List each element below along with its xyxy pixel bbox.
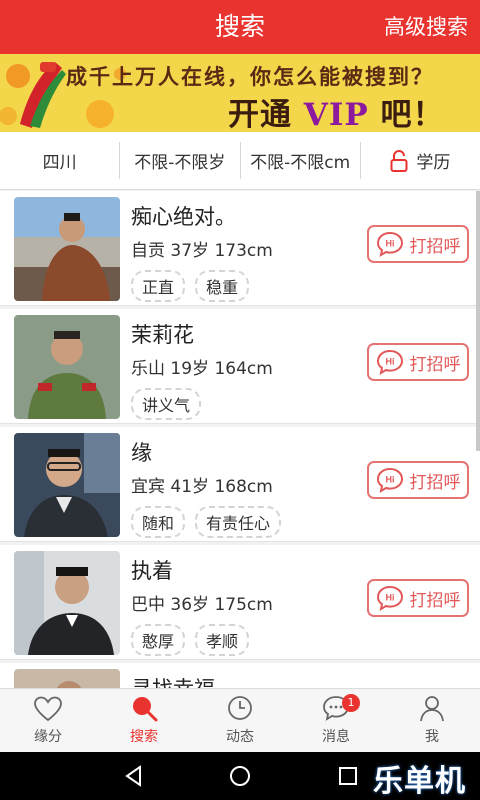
filter-height-label: 不限-不限cm (250, 153, 351, 173)
avatar[interactable] (14, 433, 120, 537)
profile-name: 缘 (131, 441, 152, 465)
vip-banner[interactable]: 成千上万人在线，你怎么能被搜到？ 开通 VIP 吧！ (0, 54, 480, 132)
profile-tag: 正直 (131, 270, 186, 302)
hi-bubble-icon: Hi (376, 467, 403, 493)
profile-card[interactable]: 痴心绝对。 自贡 37岁 173cm 正直 稳重 Hi 打招呼 (0, 191, 480, 306)
profile-list[interactable]: 痴心绝对。 自贡 37岁 173cm 正直 稳重 Hi 打招呼 茉莉花 乐山 1… (0, 191, 480, 688)
avatar[interactable] (14, 315, 120, 419)
greet-label: 打招呼 (409, 590, 461, 611)
filter-education-label: 学历 (416, 153, 451, 173)
profile-tag: 孝顺 (195, 624, 250, 656)
unread-badge: 1 (342, 694, 360, 712)
hi-bubble-icon: Hi (376, 231, 403, 257)
profile-height: 173cm (214, 241, 273, 261)
svg-text:Hi: Hi (385, 357, 394, 367)
greet-label: 打招呼 (409, 354, 461, 375)
profile-name: 痴心绝对。 (131, 205, 236, 229)
svg-text:Hi: Hi (385, 475, 394, 485)
back-icon[interactable] (122, 764, 146, 788)
profile-tags: 正直 稳重 (131, 270, 250, 302)
profile-city: 巴中 (131, 595, 165, 615)
filter-location[interactable]: 四川 (0, 142, 121, 179)
profile-info: 乐山 19岁 164cm (131, 354, 273, 379)
greet-label: 打招呼 (409, 472, 461, 493)
watermark-logo: 乐单机 (373, 764, 466, 799)
filter-age[interactable]: 不限-不限岁 (120, 142, 241, 179)
tab-search[interactable]: 搜索 (96, 689, 192, 752)
profile-age: 37岁 (170, 241, 210, 261)
filter-age-label: 不限-不限岁 (134, 153, 226, 173)
search-icon (133, 697, 158, 722)
tab-moments-label: 动态 (226, 729, 254, 745)
profile-tags: 讲义气 (131, 388, 202, 420)
profile-card[interactable]: 缘 宜宾 41岁 168cm 随和 有责任心 Hi 打招呼 (0, 427, 480, 542)
profile-card[interactable]: 执着 巴中 36岁 175cm 憨厚 孝顺 Hi 打招呼 (0, 545, 480, 660)
tab-fate-label: 缘分 (34, 729, 62, 745)
avatar[interactable] (14, 551, 120, 655)
profile-name: 寻找幸福 (131, 673, 215, 688)
profile-card[interactable]: 茉莉花 乐山 19岁 164cm 讲义气 Hi 打招呼 (0, 309, 480, 424)
heart-icon (34, 696, 62, 722)
hi-bubble-icon: Hi (376, 349, 403, 375)
filter-education[interactable]: 学历 (361, 142, 480, 179)
banner-vip-suffix: 吧！ (368, 97, 445, 132)
profile-tags: 随和 有责任心 (131, 506, 282, 538)
greet-button[interactable]: Hi 打招呼 (367, 461, 469, 499)
recents-icon[interactable] (336, 764, 360, 788)
profile-age: 19岁 (170, 359, 210, 379)
tab-me[interactable]: 我 (384, 689, 480, 752)
svg-text:Hi: Hi (385, 593, 394, 603)
tab-fate[interactable]: 缘分 (0, 689, 96, 752)
profile-tag: 随和 (131, 506, 186, 538)
top-header: 搜索 高级搜索 (0, 0, 480, 54)
filter-height[interactable]: 不限-不限cm (241, 142, 361, 179)
profile-info: 宜宾 41岁 168cm (131, 472, 273, 497)
tab-me-label: 我 (425, 729, 439, 745)
profile-name: 执着 (131, 559, 173, 583)
profile-tag: 憨厚 (131, 624, 186, 656)
profile-info: 巴中 36岁 175cm (131, 590, 273, 615)
avatar[interactable] (14, 197, 120, 301)
tab-moments[interactable]: 动态 (192, 689, 288, 752)
profile-height: 175cm (214, 595, 273, 615)
profile-info: 自贡 37岁 173cm (131, 236, 273, 261)
user-icon (420, 696, 444, 722)
svg-text:Hi: Hi (385, 239, 394, 249)
clock-icon (228, 696, 252, 720)
profile-tag: 稳重 (195, 270, 250, 302)
profile-city: 乐山 (131, 359, 165, 379)
filter-bar: 四川 不限-不限岁 不限-不限cm 学历 (0, 132, 480, 190)
banner-vip-prefix: 开通 (228, 97, 304, 132)
avatar[interactable] (14, 669, 120, 688)
greet-button[interactable]: Hi 打招呼 (367, 343, 469, 381)
lock-icon (390, 149, 408, 172)
banner-vip-word: VIP (303, 97, 369, 132)
profile-tags: 憨厚 孝顺 (131, 624, 250, 656)
profile-age: 41岁 (170, 477, 210, 497)
banner-headline: 成千上万人在线，你怎么能被搜到？ (66, 64, 434, 89)
advanced-search-button[interactable]: 高级搜索 (384, 0, 468, 54)
greet-label: 打招呼 (409, 236, 461, 257)
profile-city: 自贡 (131, 241, 165, 261)
greet-button[interactable]: Hi 打招呼 (367, 579, 469, 617)
filter-location-label: 四川 (42, 153, 77, 173)
list-scrollbar[interactable] (476, 191, 480, 451)
profile-card[interactable]: 寻找幸福 (0, 663, 480, 688)
bottom-tab-bar: 缘分 搜索 动态 1 消息 我 (0, 688, 480, 752)
greet-button[interactable]: Hi 打招呼 (367, 225, 469, 263)
profile-age: 36岁 (170, 595, 210, 615)
tab-messages[interactable]: 1 消息 (288, 689, 384, 752)
tab-messages-label: 消息 (322, 729, 350, 745)
profile-city: 宜宾 (131, 477, 165, 497)
profile-tag: 讲义气 (131, 388, 202, 420)
tab-search-label: 搜索 (130, 729, 158, 745)
profile-height: 168cm (214, 477, 273, 497)
profile-height: 164cm (214, 359, 273, 379)
profile-tag: 有责任心 (195, 506, 282, 538)
home-icon[interactable] (228, 764, 252, 788)
banner-vip-text: 开通 VIP 吧！ (228, 89, 444, 132)
hi-bubble-icon: Hi (376, 585, 403, 611)
profile-name: 茉莉花 (131, 323, 194, 347)
